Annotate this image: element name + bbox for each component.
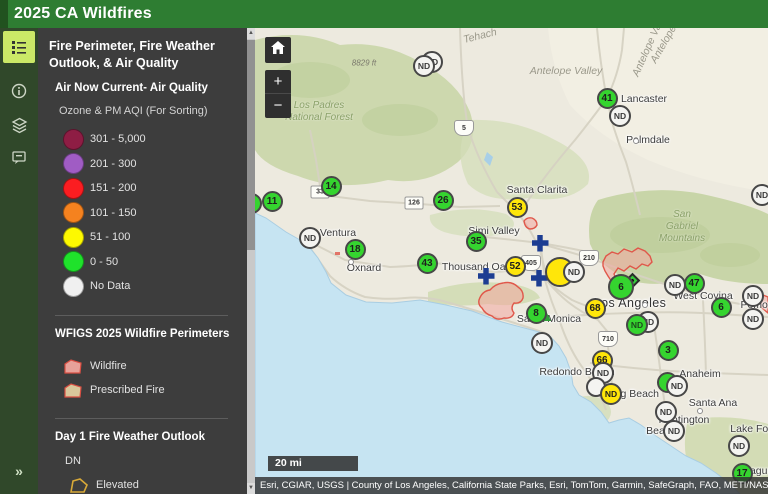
outlook-heading: Day 1 Fire Weather Outlook [55, 431, 205, 444]
aqi-legend-row: No Data [63, 274, 238, 299]
header-edge [0, 0, 8, 28]
legend-panel: Fire Perimeter, Fire Weather Outlook, & … [38, 28, 255, 494]
no-data-marker-yellow[interactable]: ND [600, 383, 622, 405]
panel-scrollbar[interactable]: ▲ ▼ [247, 28, 255, 494]
aqi-marker-green[interactable]: 11 [261, 190, 283, 212]
aqi-legend-row: 201 - 300 [63, 151, 238, 176]
aqi-legend-row: 151 - 200 [63, 176, 238, 201]
feature-info-icon [11, 149, 27, 165]
aqi-marker-green[interactable]: 6 [710, 296, 732, 318]
info-icon [11, 83, 27, 99]
aqi-heading: Air Now Current- Air Quality [55, 81, 208, 94]
aqi-marker-yellow[interactable]: 52 [504, 255, 526, 277]
legend-item-label: Prescribed Fire [90, 384, 165, 397]
aqi-marker-green[interactable]: 3 [657, 339, 679, 361]
aqi-marker-green[interactable]: 47 [683, 272, 705, 294]
aqi-marker-green[interactable]: 35 [465, 230, 487, 252]
aqi-range-label: 101 - 150 [90, 206, 137, 219]
app-title: 2025 CA Wildfires [14, 5, 152, 22]
legend-item-label: Elevated [96, 479, 139, 492]
aqi-legend-list: 301 - 5,000 201 - 300 151 - 200 101 - 150 51… [63, 127, 238, 299]
map-canvas[interactable]: Lancaster Palmdale Ventura Oxnard Santa Clar… [255, 28, 768, 494]
no-data-marker[interactable]: ND [751, 184, 768, 206]
no-data-marker[interactable]: ND [563, 261, 585, 283]
aqi-color-swatch [63, 226, 84, 248]
aqi-range-label: 151 - 200 [90, 182, 137, 194]
app-window: 2025 CA Wildfires » Fire Perimeter, Fire… [0, 0, 768, 494]
legend-item-label: Wildfire [90, 360, 127, 373]
aqi-range-label: 201 - 300 [90, 157, 137, 170]
sidebar-item-layers[interactable] [3, 109, 35, 141]
perimeters-heading: WFIGS 2025 Wildfire Perimeters [55, 328, 230, 341]
polygon-swatch [64, 383, 82, 398]
aqi-marker-green[interactable]: 14 [320, 175, 342, 197]
legend-icon [11, 39, 27, 55]
outlook-group-label: DN [65, 455, 81, 468]
aqi-color-swatch [63, 275, 84, 297]
aqi-marker-green[interactable]: 6 [608, 274, 634, 300]
layers-icon [11, 117, 28, 134]
scrollbar-thumb[interactable] [247, 40, 255, 250]
sidebar-item-legend[interactable] [3, 31, 35, 63]
aqi-legend-row: 51 - 100 [63, 225, 238, 250]
app-header: 2025 CA Wildfires [0, 0, 768, 28]
sidebar-item-info[interactable] [3, 75, 35, 107]
legend-swatch-row: Wildfire [62, 354, 238, 378]
zoom-in-button[interactable]: + [265, 70, 291, 94]
outlook-legend-list: ElevatedCritical [68, 473, 238, 494]
aqi-color-swatch [63, 153, 84, 174]
aqi-color-swatch [63, 251, 84, 272]
sidebar-expand-button[interactable]: » [0, 463, 38, 479]
no-data-marker[interactable]: ND [742, 308, 764, 330]
no-data-marker[interactable]: ND [413, 55, 435, 77]
no-data-marker[interactable]: ND [299, 227, 321, 249]
aqi-legend-row: 101 - 150 [63, 200, 238, 225]
aqi-color-swatch [63, 202, 84, 223]
aqi-subheading: Ozone & PM AQI (For Sorting) [59, 104, 208, 117]
home-icon [271, 41, 285, 59]
aqi-marker-green[interactable]: 8 [525, 302, 547, 324]
polygon-swatch [64, 359, 82, 374]
no-data-marker[interactable]: ND [609, 105, 631, 127]
wildfire-perimeter-hughes[interactable] [523, 217, 538, 230]
polygon-swatch [70, 477, 88, 493]
no-data-marker[interactable]: ND [664, 274, 686, 296]
no-data-marker[interactable]: ND [742, 285, 764, 307]
divider [55, 418, 228, 420]
aqi-range-label: 0 - 50 [90, 255, 119, 268]
divider [55, 315, 228, 317]
sidebar-item-feature-info[interactable] [3, 141, 35, 173]
panel-title: Fire Perimeter, Fire Weather Outlook, & … [49, 39, 215, 70]
map-attribution: Esri, CGIAR, USGS | County of Los Angele… [255, 477, 768, 494]
no-data-marker[interactable]: ND [663, 420, 685, 442]
zoom-control: + − [265, 70, 291, 118]
aqi-color-swatch [63, 128, 84, 150]
aqi-marker-yellow[interactable]: 68 [584, 297, 606, 319]
scroll-up-icon[interactable]: ▲ [247, 28, 255, 39]
no-data-marker[interactable]: ND [666, 375, 688, 397]
home-button[interactable] [265, 37, 291, 63]
aqi-range-label: 301 - 5,000 [90, 133, 146, 145]
aqi-marker-green[interactable]: 26 [432, 189, 454, 211]
aqi-marker-green[interactable]: 43 [416, 252, 438, 274]
legend-swatch-row: Elevated [68, 473, 238, 494]
aqi-marker-yellow[interactable]: 53 [506, 196, 528, 218]
aqi-range-label: No Data [90, 280, 131, 292]
aqi-legend-row: 0 - 50 [63, 249, 238, 274]
perimeter-legend-list: Wildfire Prescribed Fire [62, 354, 238, 402]
scroll-down-icon[interactable]: ▼ [247, 483, 255, 494]
no-data-marker[interactable]: ND [728, 435, 750, 457]
no-data-marker[interactable]: ND [531, 332, 553, 354]
scale-bar: 20 mi [268, 456, 358, 471]
aqi-color-swatch [63, 177, 84, 199]
aqi-marker-green-nd[interactable]: ND [626, 314, 648, 336]
aqi-marker-green[interactable]: 18 [344, 238, 366, 260]
legend-swatch-row: Prescribed Fire [62, 378, 238, 402]
aqi-range-label: 51 - 100 [90, 231, 131, 243]
sidebar: » [0, 28, 38, 494]
aqi-legend-row: 301 - 5,000 [63, 127, 238, 152]
zoom-out-button[interactable]: − [265, 94, 291, 118]
